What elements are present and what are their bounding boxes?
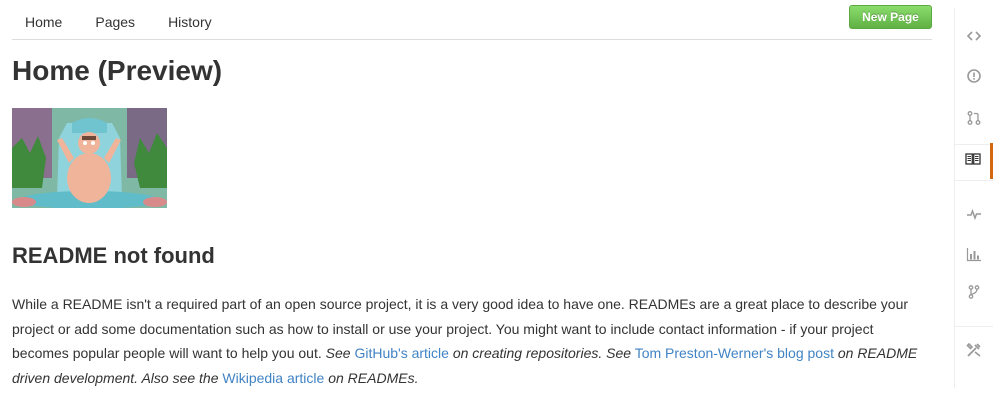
pulse-tab[interactable] (955, 198, 993, 234)
wiki-icon (964, 151, 981, 172)
animated-gif-image (12, 108, 167, 208)
page-title: Home (Preview) (12, 55, 223, 86)
repo-nav-sidebar (954, 8, 993, 388)
readme-end-text: on READMEs. (328, 369, 419, 386)
new-page-button[interactable]: New Page (849, 5, 932, 29)
pulse-icon (966, 206, 982, 227)
readme-not-found-heading: README not found (12, 243, 215, 268)
settings-tab[interactable] (955, 334, 993, 370)
wiki-tab[interactable] (955, 143, 993, 179)
readme-mid-text-1: on creating repositories. See (452, 345, 632, 361)
pull-request-icon (966, 110, 982, 131)
repo-nav-separator (955, 180, 993, 181)
nav-pages-link[interactable]: Pages (95, 14, 135, 30)
wiki-content: Home Pages History New Page Home (Previe… (12, 0, 932, 411)
network-tab[interactable] (955, 276, 993, 312)
issues-icon (966, 68, 982, 89)
readme-paragraph: While a README isn't a required part of … (12, 292, 932, 390)
wiki-nav: Home Pages History New Page (12, 0, 932, 40)
wikipedia-article-link[interactable]: Wikipedia article (222, 370, 324, 386)
nav-home-link[interactable]: Home (25, 14, 62, 30)
nav-history-link[interactable]: History (168, 14, 212, 30)
readme-see-text: See (325, 345, 351, 361)
code-icon (966, 28, 982, 49)
tpw-blog-link[interactable]: Tom Preston-Werner's blog post (635, 345, 834, 361)
repo-nav-separator (955, 326, 993, 327)
graphs-tab[interactable] (955, 238, 993, 274)
pull-requests-tab[interactable] (955, 102, 993, 138)
graphs-icon (966, 246, 982, 267)
network-icon (966, 284, 982, 305)
issues-tab[interactable] (955, 60, 993, 96)
wiki-nav-links: Home Pages History (12, 14, 245, 30)
code-tab[interactable] (955, 20, 993, 56)
settings-icon (966, 342, 982, 363)
github-article-link[interactable]: GitHub's article (354, 345, 448, 361)
